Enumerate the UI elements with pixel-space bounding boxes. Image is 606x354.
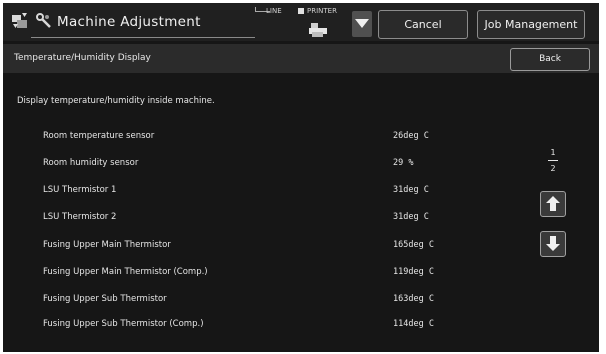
- wrench-icon: [36, 13, 51, 28]
- sensor-value: 31deg C: [393, 212, 429, 222]
- list-item: Fusing Upper Sub Thermistor (Comp.) 114d…: [3, 319, 599, 333]
- section-title: Temperature/Humidity Display: [14, 53, 151, 63]
- list-item: LSU Thermistor 2 31deg C: [3, 212, 599, 226]
- page-indicator: 1 2: [543, 148, 563, 173]
- job-status-dropdown-button[interactable]: [352, 11, 372, 37]
- line-status-label: LINE: [266, 7, 282, 15]
- cancel-button[interactable]: Cancel: [378, 10, 468, 39]
- list-item: Fusing Upper Main Thermistor 165deg C: [3, 240, 599, 254]
- current-page: 1: [550, 148, 556, 157]
- job-management-button[interactable]: Job Management: [477, 10, 585, 39]
- page-divider: [548, 160, 558, 161]
- sensor-label: Fusing Upper Sub Thermistor: [43, 294, 167, 304]
- triangle-down-icon: [355, 19, 369, 28]
- sensor-value: 26deg C: [393, 131, 429, 141]
- scroll-up-button[interactable]: [540, 191, 566, 217]
- sensor-value: 31deg C: [393, 185, 429, 195]
- page-title: Machine Adjustment: [57, 14, 201, 30]
- scroll-down-button[interactable]: [540, 231, 566, 257]
- list-item: Fusing Upper Main Thermistor (Comp.) 119…: [3, 267, 599, 281]
- printer-status-square: [298, 8, 304, 14]
- header-bar: Machine Adjustment LINE PRINTER Cancel J…: [3, 3, 599, 41]
- printer-icon: [309, 23, 327, 37]
- sensor-label: Fusing Upper Main Thermistor (Comp.): [43, 267, 208, 277]
- printer-status-label: PRINTER: [307, 7, 337, 15]
- arrow-up-icon: [546, 196, 560, 211]
- list-item: Fusing Upper Sub Thermistor 163deg C: [3, 294, 599, 308]
- description-text: Display temperature/humidity inside mach…: [17, 96, 215, 106]
- list-item: Room temperature sensor 26deg C: [3, 131, 599, 145]
- back-button[interactable]: Back: [510, 48, 590, 71]
- arrow-down-icon: [546, 236, 560, 251]
- list-item: Room humidity sensor 29 %: [3, 158, 599, 172]
- subheader-bar: Temperature/Humidity Display Back: [3, 44, 599, 73]
- sensor-label: Fusing Upper Sub Thermistor (Comp.): [43, 319, 204, 329]
- sensor-label: Fusing Upper Main Thermistor: [43, 240, 171, 250]
- sensor-label: LSU Thermistor 1: [43, 185, 117, 195]
- list-item: LSU Thermistor 1 31deg C: [3, 185, 599, 199]
- title-underline: [31, 37, 255, 38]
- sensor-value: 29 %: [393, 158, 414, 168]
- sensor-value: 163deg C: [393, 294, 434, 304]
- sensor-value: 114deg C: [393, 319, 434, 329]
- sensor-label: Room temperature sensor: [43, 131, 155, 141]
- total-pages: 2: [550, 164, 556, 173]
- sensor-value: 165deg C: [393, 240, 434, 250]
- machine-settings-icon: [12, 13, 27, 28]
- screen: Machine Adjustment LINE PRINTER Cancel J…: [3, 3, 599, 352]
- sensor-label: Room humidity sensor: [43, 158, 139, 168]
- sensor-label: LSU Thermistor 2: [43, 212, 117, 222]
- sensor-value: 119deg C: [393, 267, 434, 277]
